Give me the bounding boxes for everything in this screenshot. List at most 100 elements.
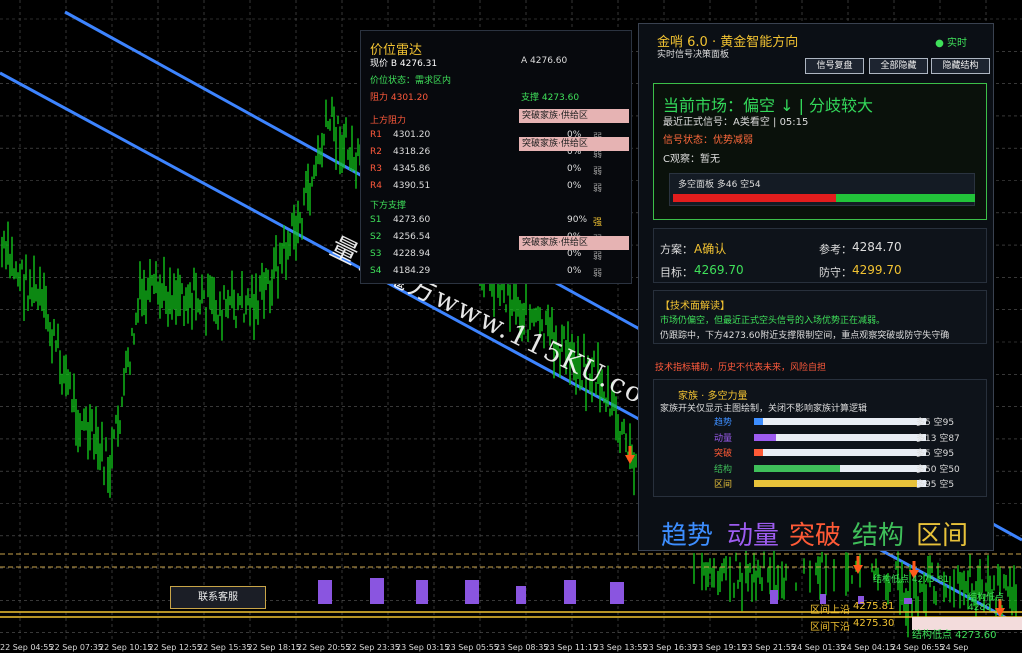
family-subtitle: 家族开关仅显示主图绘制，关闭不影响家族计算逻辑 — [660, 404, 868, 414]
family-name: 结构 — [714, 464, 733, 475]
x-tick-label: 23 Sep 08:35 — [495, 643, 548, 652]
family-name: 趋势 — [714, 418, 733, 428]
volume-bar — [465, 580, 479, 604]
radar-row-p: 0% — [567, 164, 582, 174]
volume-bar — [770, 590, 778, 604]
radar-row-n: R3 — [370, 164, 382, 174]
x-tick-label: 22 Sep 18:15 — [248, 643, 301, 652]
plan-box: 方案： A确认 参考： 4284.70 目标： 4269.70 防守： 4299… — [653, 228, 987, 283]
family-name: 区间 — [714, 480, 733, 490]
family-toggle-0[interactable]: 趋势 — [661, 515, 713, 552]
x-tick-label: 22 Sep 04:55 — [0, 643, 53, 652]
signal-state: 信号状态：优势减弱 — [663, 135, 753, 146]
range-bottom-value: 4275.30 — [853, 618, 895, 629]
plan-label: 方案： — [660, 243, 693, 256]
disclaimer: 技术指标辅助，历史不代表未来，风险自担 — [655, 363, 827, 373]
x-tick-label: 24 Sep — [941, 643, 969, 652]
plan-value: A确认 — [694, 242, 727, 256]
x-tick-label: 23 Sep 13:55 — [594, 643, 647, 652]
bull-bear-box: 多空面板 多46 空54 — [669, 173, 975, 206]
x-tick-label: 22 Sep 07:35 — [50, 643, 103, 652]
ref-value: 4284.70 — [852, 240, 902, 254]
volume-bar — [416, 580, 428, 604]
radar-row-n: R4 — [370, 181, 382, 191]
x-tick-label: 23 Sep 21:55 — [743, 643, 796, 652]
radar-row-n: R1 — [370, 130, 382, 140]
volume-bar — [564, 580, 576, 604]
family-bar-fill — [754, 480, 918, 487]
radar-upper-label: 上方阻力 — [370, 116, 407, 126]
x-tick-label: 22 Sep 15:35 — [198, 643, 251, 652]
hide-all-button[interactable]: 全部隐藏 — [869, 58, 928, 74]
family-bar — [754, 480, 926, 487]
ref-label: 参考： — [819, 243, 852, 256]
x-tick-label: 23 Sep 19:15 — [693, 643, 746, 652]
target-label: 目标： — [660, 266, 693, 279]
family-toggle-1[interactable]: 动量 — [727, 515, 779, 552]
radar-row-n: S2 — [370, 232, 382, 242]
hide-structure-button[interactable]: 隐藏结构 — [931, 58, 990, 74]
radar-resist: 阻力 4301.20 — [370, 93, 429, 103]
x-tick-label: 23 Sep 16:35 — [644, 643, 697, 652]
x-tick-label: 22 Sep 23:35 — [347, 643, 400, 652]
signal-panel: 金哨 6.0 · 黄金智能方向 实时信号决策面板 ● 实时 信号复盘 全部隐藏 … — [638, 23, 994, 551]
radar-row-v: 4256.54 — [393, 232, 431, 242]
radar-row-p: 0% — [567, 181, 582, 191]
family-box: 家族 · 多空力量 家族开关仅显示主图绘制，关闭不影响家族计算逻辑 趋势多5 空… — [653, 379, 987, 497]
family-bar-fill — [754, 449, 763, 456]
range-top-value: 4275.81 — [853, 601, 895, 612]
family-title: 家族 · 多空力量 — [678, 391, 748, 402]
family-value: 多5 空95 — [916, 449, 955, 459]
family-toggle-4[interactable]: 区间 — [916, 515, 968, 552]
volume-bar — [516, 586, 526, 604]
structure-low-label: 结构低点 4280 — [968, 593, 1005, 613]
radar-row-n: R2 — [370, 147, 382, 157]
radar-row-v: 4273.60 — [393, 215, 431, 225]
down-arrow-icon — [853, 556, 863, 574]
family-toggle-3[interactable]: 结构 — [852, 515, 904, 552]
family-bar — [754, 418, 926, 425]
radar-row-v: 4390.51 — [393, 181, 431, 191]
c-watch: C观察：暂无 — [663, 154, 720, 165]
volume-bar — [318, 580, 332, 604]
bull-bear-label: 多空面板 多46 空54 — [678, 180, 761, 190]
structure-low-label: 结构低点 4275.81 — [873, 575, 950, 585]
radar-row-p: 90% — [567, 215, 588, 225]
family-value: 多50 空50 — [916, 464, 960, 475]
x-tick-label: 22 Sep 20:55 — [297, 643, 350, 652]
radar-tag: 突破家族·供给区 — [519, 137, 629, 151]
radar-row-v: 4228.94 — [393, 249, 431, 259]
family-bar-fill — [754, 433, 777, 441]
radar-row-s: 弱 — [593, 184, 603, 194]
family-bar — [754, 449, 926, 456]
family-bar — [754, 433, 926, 441]
tech-box: 【技术面解读】 市场仍偏空，但最近正式空头信号的入场优势正在减弱。 仍跟踪中，下… — [653, 290, 987, 344]
radar-row-p: 0% — [567, 266, 582, 276]
signal-review-button[interactable]: 信号复盘 — [805, 58, 864, 74]
family-value: 多95 空5 — [916, 480, 955, 490]
x-tick-label: 22 Sep 12:55 — [149, 643, 202, 652]
radar-row-v: 4184.29 — [393, 266, 431, 276]
radar-support: 支撑 4273.60 — [521, 93, 580, 103]
radar-row-s: 弱 — [593, 269, 603, 279]
x-tick-label: 23 Sep 11:15 — [545, 643, 598, 652]
x-tick-label: 24 Sep 04:15 — [842, 643, 895, 652]
x-tick-label: 23 Sep 03:15 — [396, 643, 449, 652]
bull-bear-bar — [673, 194, 975, 202]
market-box: 当前市场：偏空 ↓ | 分歧较大 最近正式信号：A类看空 | 05:15 信号状… — [653, 83, 987, 220]
radar-row-n: S4 — [370, 266, 382, 276]
family-toggle-2[interactable]: 突破 — [789, 515, 841, 552]
family-name: 动量 — [714, 433, 733, 444]
panel-subtitle: 实时信号决策面板 — [657, 50, 730, 60]
family-value: 多13 空87 — [916, 433, 960, 444]
tech-line-1: 市场仍偏空，但最近正式空头信号的入场优势正在减弱。 — [660, 316, 886, 326]
range-bottom-level: 区间下沿 — [810, 622, 850, 633]
radar-ask: A 4276.60 — [521, 56, 568, 66]
contact-service-button[interactable]: 联系客服 — [170, 586, 266, 609]
defense-value: 4299.70 — [852, 263, 902, 277]
range-top-level: 区间上沿 — [810, 605, 850, 616]
x-tick-label: 24 Sep 06:55 — [891, 643, 944, 652]
radar-bid: 现价 B 4276.31 — [370, 59, 438, 69]
radar-row-s: 弱 — [593, 252, 603, 262]
radar-tag: 突破家族·供给区 — [519, 109, 629, 123]
